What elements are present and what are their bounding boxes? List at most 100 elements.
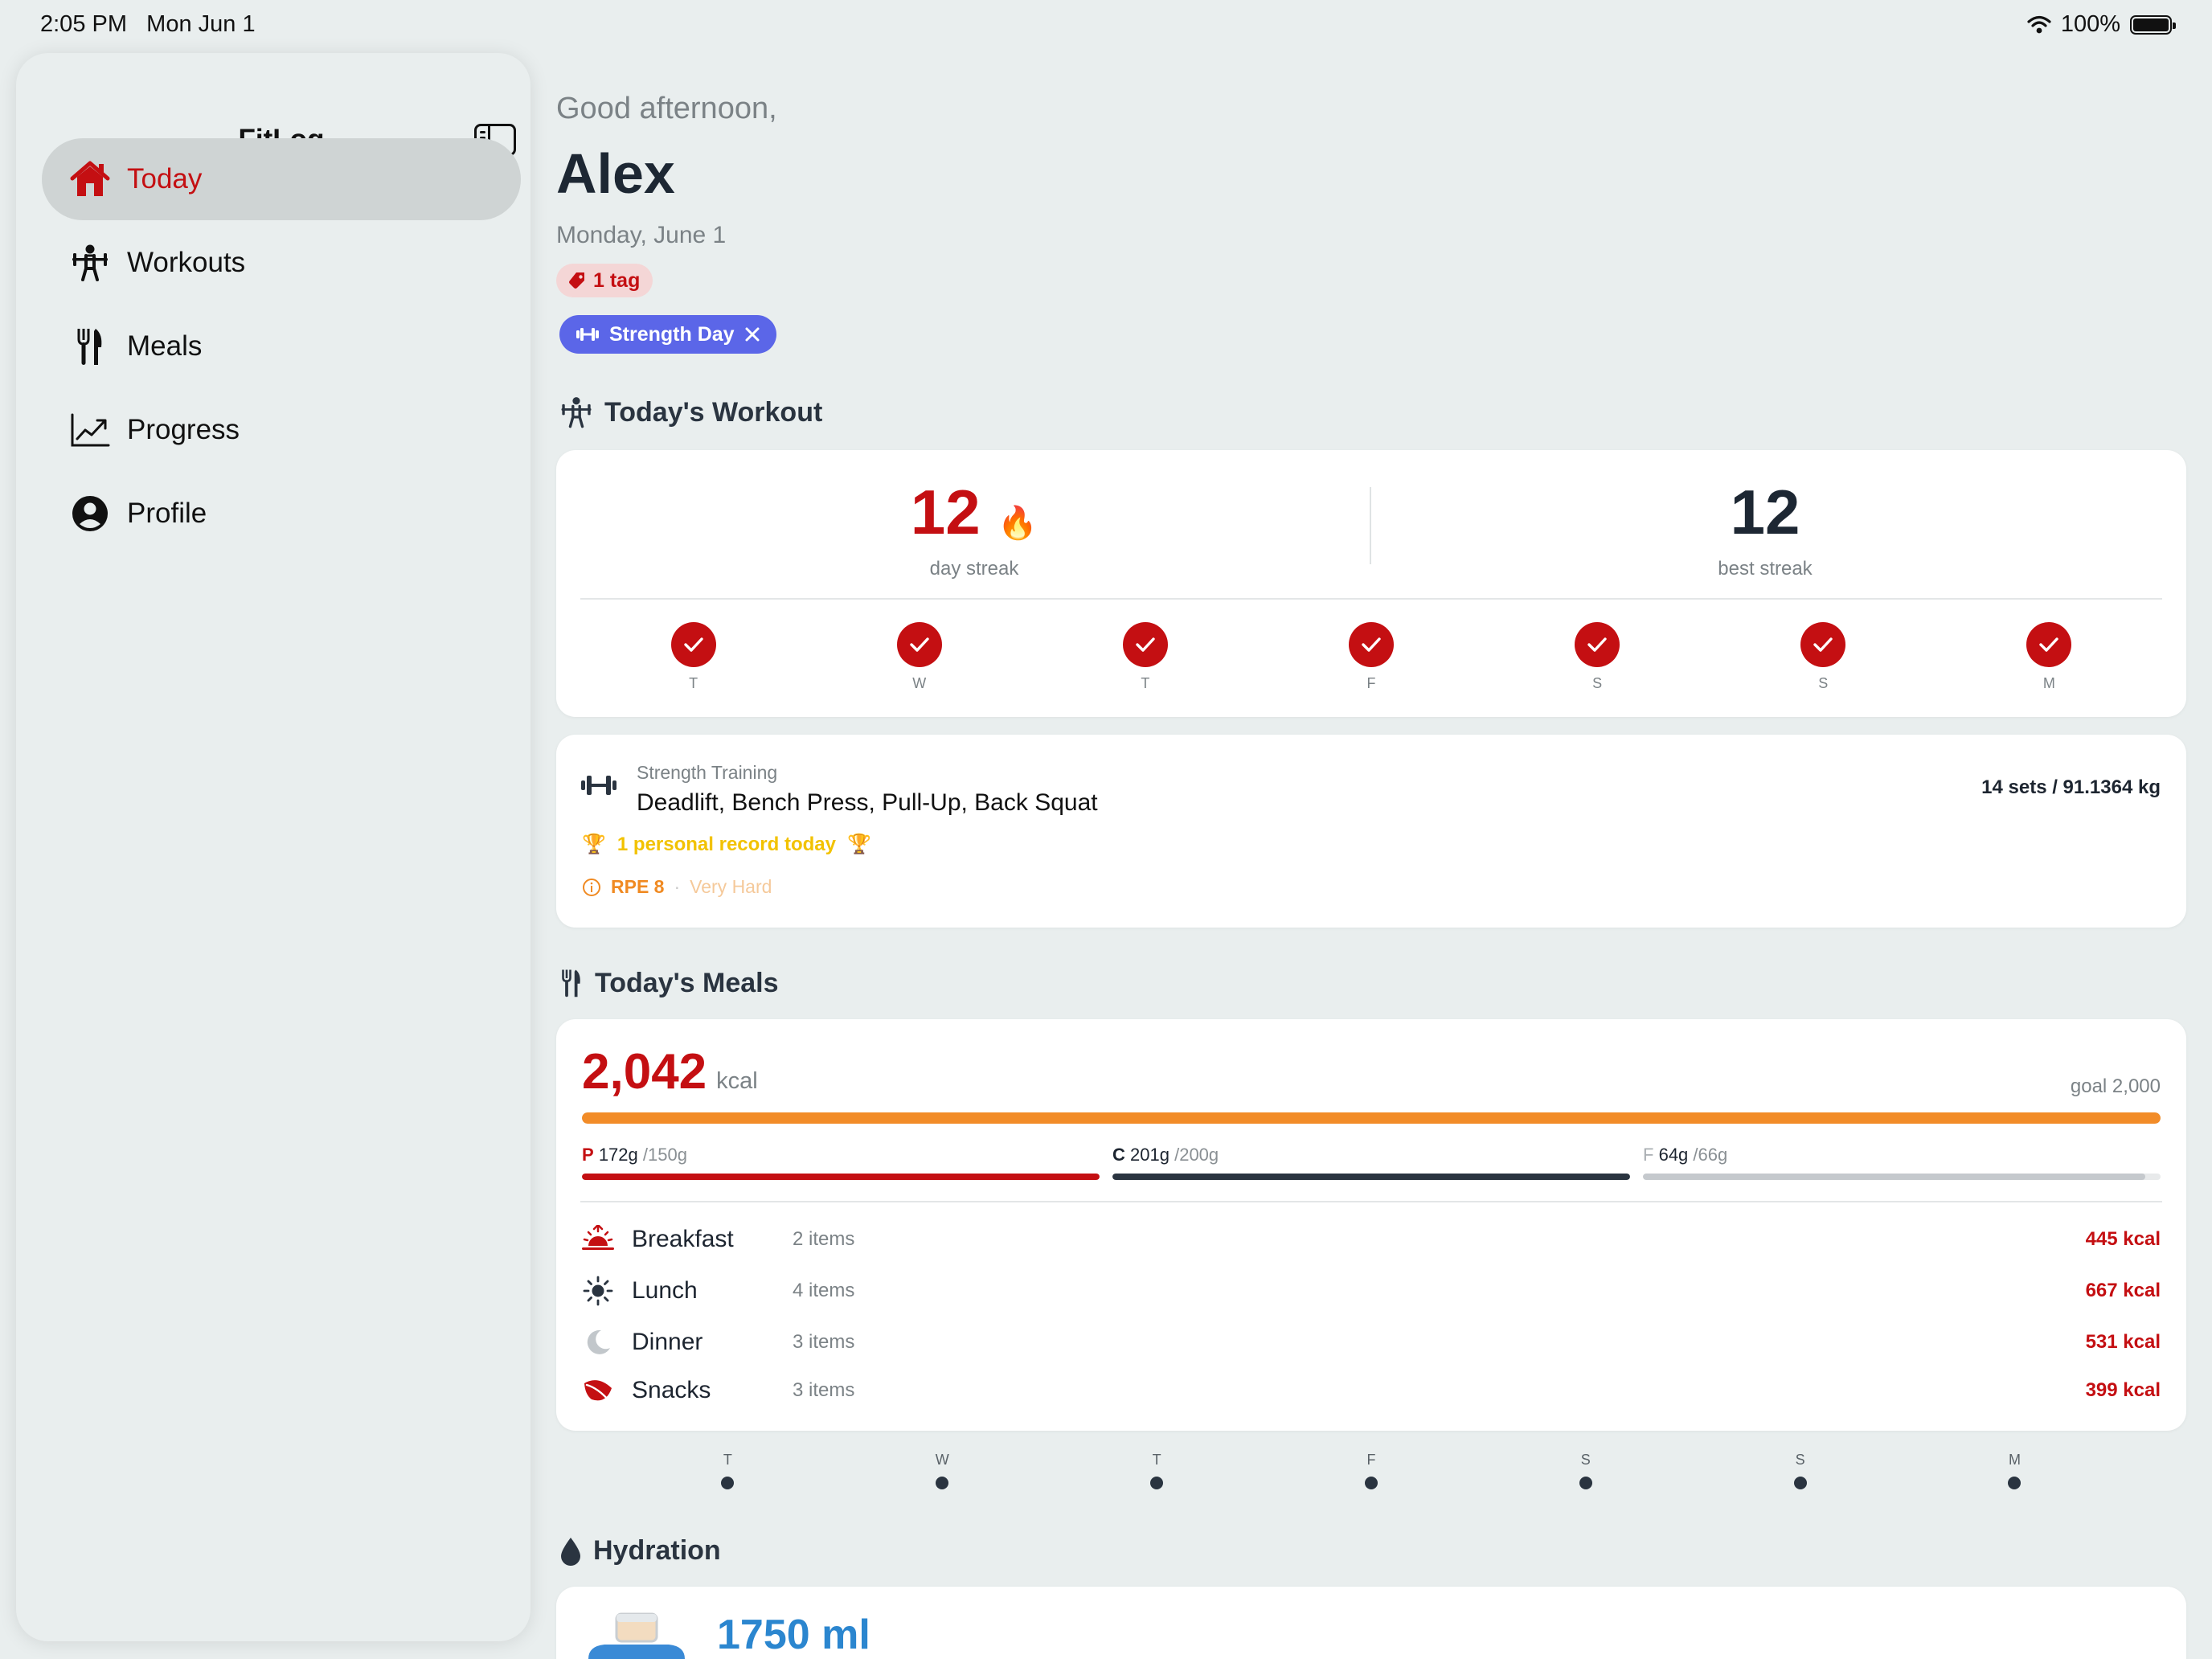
house-icon [69, 158, 111, 200]
day-checkin: S [1549, 622, 1645, 692]
meal-week-dots: T W T F S S M [556, 1452, 2186, 1489]
greeting: Good afternoon, [556, 92, 777, 125]
trophy-icon: 🏆 [846, 834, 871, 855]
rpe-info: RPE 8 · Very Hard [582, 876, 772, 898]
figure-strength-icon [561, 397, 592, 428]
leaf-icon [580, 1373, 616, 1408]
divider [580, 598, 2162, 600]
sidebar-item-label: Workouts [127, 247, 246, 278]
meal-name: Lunch [632, 1277, 698, 1304]
checkmark-icon [896, 622, 942, 667]
sidebar-item-workouts[interactable]: Workouts [42, 222, 521, 304]
status-time: 2:05 PM Mon Jun 1 [40, 11, 256, 37]
divider [580, 1201, 2162, 1202]
best-streak-value: 12 [1730, 477, 1800, 547]
calories-total: 2,042 kcal [582, 1043, 758, 1100]
calories-value: 2,042 [582, 1044, 707, 1100]
best-streak: 12 best streak [1371, 481, 2159, 580]
checkmark-icon [1348, 622, 1394, 667]
streak-card: 12 🔥 day streak 12 best streak T W T F S… [556, 450, 2186, 717]
hydration-amount: 1750 ml [717, 1612, 870, 1658]
sidebar-item-progress[interactable]: Progress [42, 389, 521, 471]
tag-icon [569, 272, 584, 289]
tag-badge[interactable]: 1 tag [556, 264, 653, 297]
user-name: Alex [556, 142, 675, 205]
meals-card: 2,042 kcal goal 2,000 P 172g /150g C 201… [556, 1019, 2186, 1431]
week-day-dot: T [703, 1452, 752, 1489]
sidebar-item-label: Progress [127, 414, 240, 445]
dumbbell-icon [581, 776, 616, 795]
wifi-icon [2027, 15, 2051, 33]
checkmark-icon [1575, 622, 1620, 667]
day-streak-label: day streak [929, 558, 1019, 580]
sidebar-item-today[interactable]: Today [42, 138, 521, 220]
moon-icon [580, 1325, 616, 1360]
calories-goal: goal 2,000 [2070, 1075, 2161, 1097]
checkmark-icon [1122, 622, 1168, 667]
sun-icon [580, 1273, 616, 1309]
workout-volume: 14 sets / 91.1364 kg [1981, 776, 2161, 798]
calories-unit: kcal [716, 1068, 758, 1094]
week-day-dot: F [1347, 1452, 1395, 1489]
meal-calories: 531 kcal [2085, 1331, 2161, 1353]
strength-day-chip[interactable]: Strength Day [559, 315, 776, 354]
day-checkin: T [645, 622, 742, 692]
meal-item-count: 3 items [793, 1331, 855, 1353]
day-checkin: S [1775, 622, 1871, 692]
water-drop-icon [561, 1537, 580, 1566]
calories-progress-fill [582, 1112, 2161, 1124]
close-icon[interactable] [744, 326, 760, 342]
day-checkin: T [1097, 622, 1194, 692]
rpe-value: RPE 8 [611, 876, 665, 897]
sidebar-nav: Today Workouts Meals Progress Profile [42, 138, 521, 556]
meal-calories: 667 kcal [2085, 1280, 2161, 1301]
macro-fat: F 64g /66g [1643, 1145, 2161, 1180]
meal-item-count: 2 items [793, 1228, 855, 1250]
personal-record-note: 🏆 1 personal record today 🏆 [582, 833, 871, 856]
section-title-workout: Today's Workout [559, 395, 822, 429]
status-bar: 2:05 PM Mon Jun 1 100% [0, 0, 2212, 51]
meal-name: Breakfast [632, 1226, 734, 1252]
figure-strength-icon [69, 242, 111, 284]
macro-progress-fill [1112, 1174, 1630, 1180]
workout-summary-card[interactable]: Strength Training Deadlift, Bench Press,… [556, 735, 2186, 928]
sunrise-icon [580, 1222, 616, 1257]
meal-row-dinner[interactable]: Dinner 3 items 531 kcal [580, 1320, 2161, 1365]
macros: P 172g /150g C 201g /200g F 64g /66g [582, 1145, 2161, 1180]
sidebar: FitLog Today [16, 53, 530, 1641]
week-day-dot: S [1562, 1452, 1610, 1489]
hydration-card: 1750 ml [556, 1587, 2186, 1659]
week-day-dot: T [1133, 1452, 1181, 1489]
section-title-hydration: Hydration [559, 1535, 721, 1567]
week-day-dot: S [1776, 1452, 1825, 1489]
trophy-icon: 🏆 [582, 834, 606, 855]
calories-progress-bar [582, 1112, 2161, 1124]
week-day-dot: M [1990, 1452, 2038, 1489]
meal-name: Snacks [632, 1377, 711, 1403]
day-streak: 12 🔥 day streak [580, 481, 1368, 580]
macro-progress-fill [1643, 1174, 2145, 1180]
meal-row-breakfast[interactable]: Breakfast 2 items 445 kcal [580, 1217, 2161, 1262]
fork-knife-icon [69, 326, 111, 367]
sidebar-item-meals[interactable]: Meals [42, 305, 521, 387]
battery-icon [2130, 14, 2176, 35]
best-streak-label: best streak [1718, 558, 1813, 580]
macro-protein: P 172g /150g [582, 1145, 1100, 1180]
dumbbell-icon [576, 328, 599, 341]
meal-item-count: 4 items [793, 1280, 855, 1301]
section-title-meals: Today's Meals [559, 966, 779, 1000]
sidebar-item-label: Meals [127, 330, 203, 362]
sidebar-item-profile[interactable]: Profile [42, 473, 521, 555]
water-bottle-icon [588, 1612, 685, 1659]
chart-line-icon [69, 409, 111, 451]
chip-label: Strength Day [609, 322, 735, 346]
sidebar-item-label: Today [127, 163, 203, 195]
meal-row-snacks[interactable]: Snacks 3 items 399 kcal [580, 1368, 2161, 1413]
meal-row-lunch[interactable]: Lunch 4 items 667 kcal [580, 1268, 2161, 1313]
workout-type: Strength Training [637, 762, 778, 783]
workout-exercises: Deadlift, Bench Press, Pull-Up, Back Squ… [637, 789, 1098, 816]
tag-badge-label: 1 tag [593, 268, 641, 292]
meal-calories: 399 kcal [2085, 1379, 2161, 1401]
day-checkin: F [1323, 622, 1419, 692]
meal-name: Dinner [632, 1329, 703, 1355]
